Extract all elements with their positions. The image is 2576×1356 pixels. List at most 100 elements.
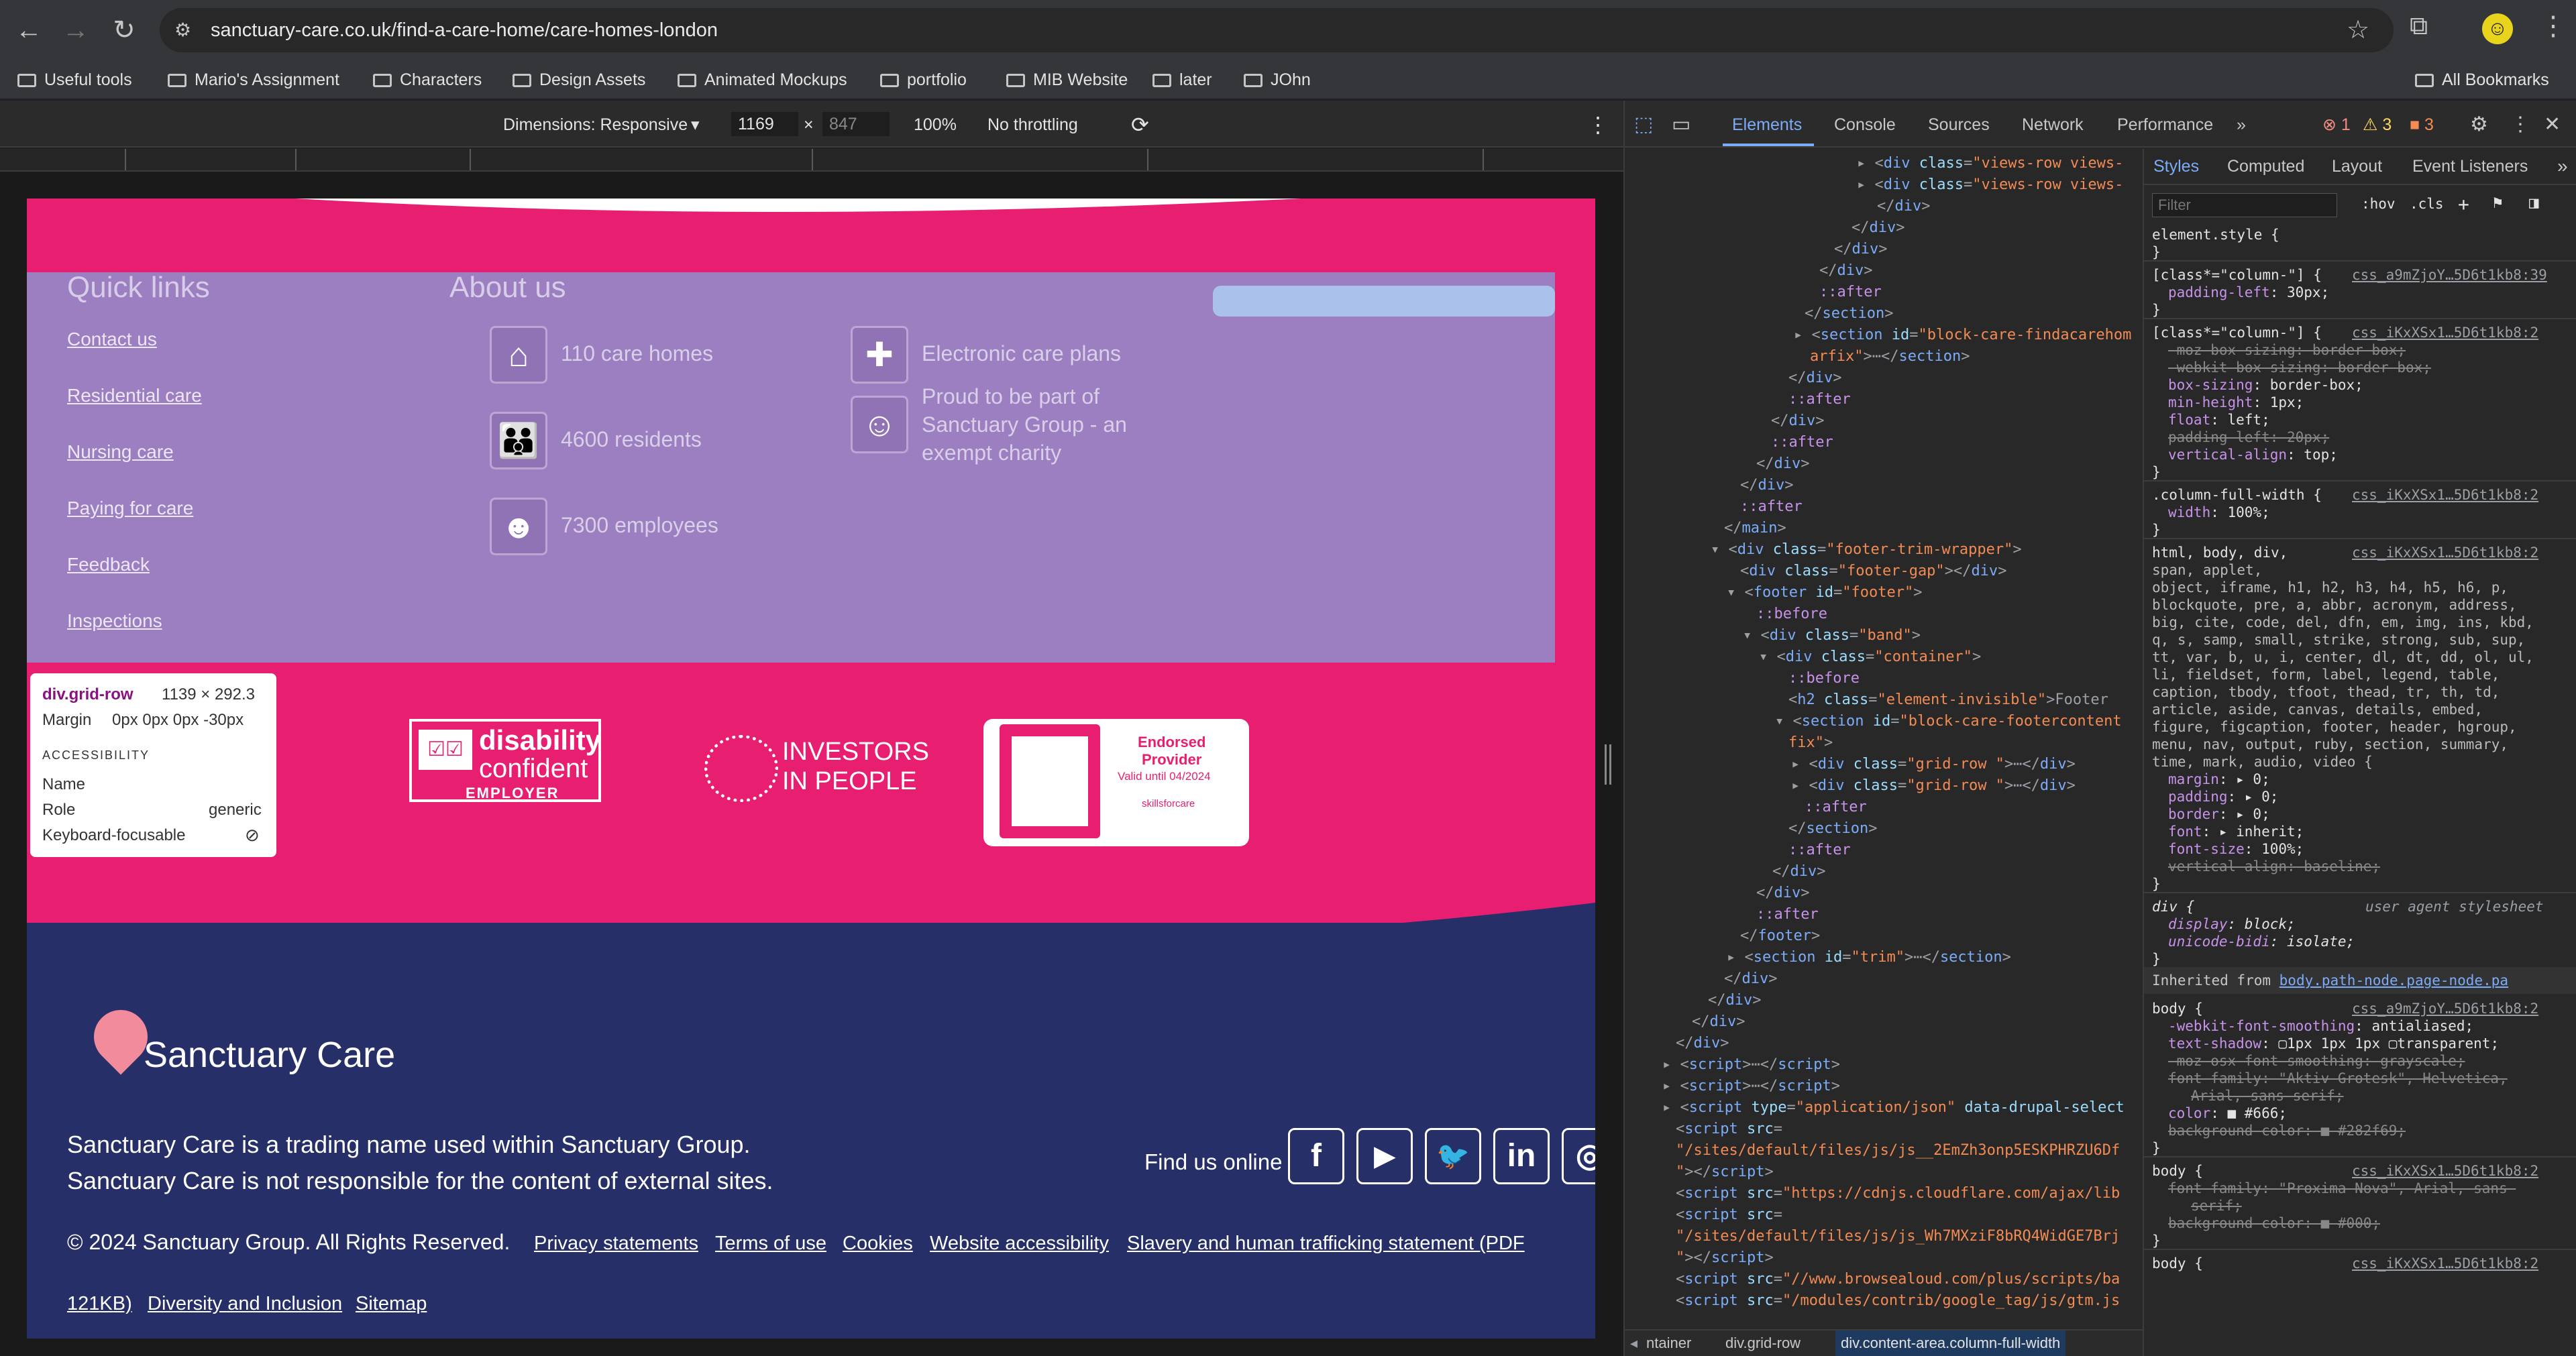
tooltip-size: 1139 × 292.3 bbox=[162, 685, 256, 703]
link-privacy[interactable]: Privacy statements bbox=[534, 1233, 698, 1255]
tab-performance[interactable]: Performance bbox=[2117, 113, 2213, 137]
twitter-icon[interactable]: 🐦 bbox=[1425, 1128, 1481, 1184]
link-nursing-care[interactable]: Nursing care bbox=[67, 441, 174, 463]
rotate-icon[interactable]: ⟳ bbox=[1131, 113, 1149, 137]
link-diversity[interactable]: Diversity and Inclusion bbox=[148, 1293, 342, 1315]
footer-trading-name: Sanctuary Care is a trading name used wi… bbox=[67, 1131, 751, 1158]
tab-event-listeners[interactable]: Event Listeners bbox=[2412, 157, 2528, 176]
throttling-select[interactable]: No throttling bbox=[987, 113, 1078, 137]
bookmark-mib-website[interactable]: MIB Website bbox=[1006, 68, 1128, 91]
stat-employees: 7300 employees bbox=[561, 513, 718, 537]
close-icon[interactable]: ✕ bbox=[2544, 113, 2561, 137]
tab-elements[interactable]: Elements bbox=[1732, 113, 1802, 137]
paint-icon[interactable]: ⚑ bbox=[2493, 193, 2502, 212]
bookmarks-bar: Useful tools Mario's Assignment Characte… bbox=[0, 60, 2576, 99]
devtools-menu-icon[interactable]: ⋮ bbox=[2510, 113, 2530, 137]
provider-text: Provider bbox=[1142, 751, 1202, 768]
link-accessibility[interactable]: Website accessibility bbox=[930, 1233, 1109, 1255]
link-feedback[interactable]: Feedback bbox=[67, 554, 150, 575]
tab-sources[interactable]: Sources bbox=[1928, 113, 1990, 137]
facebook-icon[interactable]: f bbox=[1288, 1128, 1344, 1184]
link-paying-for-care[interactable]: Paying for care bbox=[67, 498, 193, 519]
breadcrumb-content-area[interactable]: div.content-area.column-full-width bbox=[1835, 1331, 2066, 1356]
info-count[interactable]: ■ 3 bbox=[2410, 113, 2434, 137]
about-proud-line1: Proud to be part of bbox=[922, 384, 1100, 408]
disability-confident-badge[interactable]: ☑☑ disability confident EMPLOYER bbox=[409, 719, 601, 802]
youtube-icon[interactable]: ▶ bbox=[1356, 1128, 1413, 1184]
link-slavery-statement-size[interactable]: 121KB) bbox=[67, 1293, 132, 1315]
zoom-select[interactable]: 100% bbox=[914, 113, 957, 137]
folder-icon bbox=[1244, 74, 1263, 87]
bookmark-later[interactable]: later bbox=[1152, 68, 1212, 91]
valid-until-text: Valid until 04/2024 bbox=[1118, 770, 1211, 783]
warning-count[interactable]: ⚠ 3 bbox=[2363, 113, 2392, 137]
bookmark-animated-mockups[interactable]: Animated Mockups bbox=[678, 68, 847, 91]
device-toolbar: Dimensions: Responsive ▾ 1169 × 847 100%… bbox=[0, 101, 1623, 148]
bookmark-characters[interactable]: Characters bbox=[373, 68, 482, 91]
extensions-icon[interactable]: ⧉ bbox=[2410, 12, 2428, 41]
forward-icon[interactable]: → bbox=[58, 12, 94, 48]
link-contact-us[interactable]: Contact us bbox=[67, 329, 157, 350]
inspect-element-icon[interactable]: ⬚ bbox=[1634, 113, 1653, 137]
confident-text: confident bbox=[479, 754, 588, 783]
about-electronic-care: Electronic care plans bbox=[922, 341, 1122, 365]
link-residential-care[interactable]: Residential care bbox=[67, 385, 202, 406]
find-us-online: Find us online bbox=[1144, 1149, 1283, 1174]
breadcrumb-left-icon[interactable]: ◂ bbox=[1630, 1335, 1638, 1352]
menu-icon[interactable]: ⋮ bbox=[2540, 11, 2567, 42]
instagram-icon[interactable]: ◎ bbox=[1562, 1128, 1595, 1184]
tab-computed[interactable]: Computed bbox=[2227, 157, 2304, 176]
dimensions-select[interactable]: Dimensions: Responsive bbox=[503, 113, 688, 137]
more-style-tabs-icon[interactable]: » bbox=[2557, 156, 2568, 177]
tooltip-margin-value: 0px 0px 0px -30px bbox=[112, 711, 244, 729]
tab-styles[interactable]: Styles bbox=[2153, 157, 2199, 176]
link-sitemap[interactable]: Sitemap bbox=[356, 1293, 427, 1315]
more-options-icon[interactable]: ⋮ bbox=[1587, 113, 1609, 137]
bookmark-portfolio[interactable]: portfolio bbox=[880, 68, 967, 91]
folder-icon bbox=[168, 74, 186, 87]
width-input[interactable]: 1169 bbox=[731, 112, 798, 136]
hov-toggle[interactable]: :hov bbox=[2361, 196, 2396, 212]
profile-avatar[interactable]: ☺ bbox=[2482, 13, 2513, 44]
link-inspections[interactable]: Inspections bbox=[67, 610, 162, 632]
settings-gear-icon[interactable]: ⚙ bbox=[2470, 113, 2488, 137]
tab-console[interactable]: Console bbox=[1834, 113, 1896, 137]
linkedin-icon[interactable]: in bbox=[1493, 1128, 1550, 1184]
link-slavery-statement[interactable]: Slavery and human trafficking statement … bbox=[1127, 1233, 1525, 1255]
more-tabs-icon[interactable]: » bbox=[2237, 113, 2246, 137]
bookmark-design-assets[interactable]: Design Assets bbox=[513, 68, 645, 91]
link-terms[interactable]: Terms of use bbox=[715, 1233, 826, 1255]
breadcrumb-grid-row[interactable]: div.grid-row bbox=[1725, 1335, 1801, 1352]
stat-residents: 4600 residents bbox=[561, 427, 702, 451]
crop-logo-icon bbox=[1000, 724, 1100, 838]
reload-icon[interactable]: ↻ bbox=[106, 12, 142, 48]
cls-toggle[interactable]: .cls bbox=[2410, 196, 2444, 212]
site-info-icon[interactable]: ⚙ bbox=[174, 19, 197, 42]
sidebar-toggle-icon[interactable]: ◨ bbox=[2529, 193, 2538, 212]
breadcrumb-container[interactable]: ntainer bbox=[1646, 1335, 1691, 1352]
error-count[interactable]: ⊗ 1 bbox=[2322, 113, 2351, 137]
bookmark-marios-assignment[interactable]: Mario's Assignment bbox=[168, 68, 339, 91]
address-bar[interactable]: ⚙ sanctuary-care.co.uk/find-a-care-home/… bbox=[160, 8, 2394, 52]
add-rule-icon[interactable]: + bbox=[2458, 193, 2469, 215]
link-cookies[interactable]: Cookies bbox=[843, 1233, 913, 1255]
height-input[interactable]: 847 bbox=[822, 112, 890, 136]
puzzle-icon: ✚ bbox=[851, 326, 908, 384]
bookmark-john[interactable]: JOhn bbox=[1244, 68, 1311, 91]
about-us-title: About us bbox=[449, 271, 566, 304]
device-toggle-icon[interactable]: ▭ bbox=[1672, 113, 1690, 137]
resize-handle[interactable] bbox=[1605, 744, 1611, 785]
bookmark-star-icon[interactable]: ☆ bbox=[2347, 15, 2369, 45]
url-text[interactable]: sanctuary-care.co.uk/find-a-care-home/ca… bbox=[211, 8, 718, 52]
all-bookmarks[interactable]: All Bookmarks bbox=[2415, 68, 2549, 91]
styles-filter-input[interactable] bbox=[2152, 193, 2337, 217]
bookmark-useful-tools[interactable]: Useful tools bbox=[17, 68, 132, 91]
elements-tree[interactable]: ▸ <div class="views-row views- ▸ <div cl… bbox=[1625, 149, 2140, 1309]
back-icon[interactable]: ← bbox=[11, 12, 47, 48]
tab-layout[interactable]: Layout bbox=[2332, 157, 2382, 176]
brand-name[interactable]: Sanctuary Care bbox=[144, 1034, 395, 1076]
tab-network[interactable]: Network bbox=[2022, 113, 2084, 137]
endorsed-text: Endorsed bbox=[1138, 734, 1206, 750]
endorsed-provider-badge[interactable]: Endorsed Provider Valid until 04/2024 sk… bbox=[983, 719, 1249, 846]
in-people-text: IN PEOPLE bbox=[782, 767, 917, 795]
